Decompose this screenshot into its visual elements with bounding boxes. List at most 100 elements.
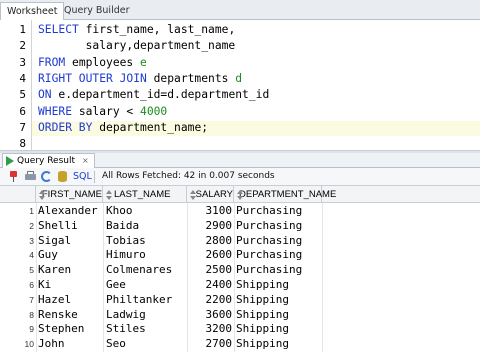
code-line[interactable]: salary,department_name xyxy=(38,39,236,54)
toolbar-separator xyxy=(94,171,95,183)
worksheet-tabbar: Worksheet Query Builder xyxy=(0,0,480,20)
table-row[interactable]: 5 Karen Colmenares 2500 Purchasing xyxy=(0,263,480,278)
table-row[interactable]: 7 Hazel Philtanker 2200 Shipping xyxy=(0,293,480,308)
cell-first-name[interactable]: Hazel xyxy=(38,293,102,308)
cell-first-name[interactable]: Karen xyxy=(38,263,102,278)
close-icon[interactable]: × xyxy=(82,154,89,168)
sort-icon xyxy=(106,189,112,200)
cell-last-name[interactable]: Khoo xyxy=(106,204,186,219)
tab-query-builder[interactable]: Query Builder xyxy=(58,2,136,20)
row-number: 9 xyxy=(29,324,34,335)
cell-salary[interactable]: 2400 xyxy=(188,278,233,293)
cell-last-name[interactable]: Stiles xyxy=(106,322,186,337)
sql-text: e.department_id=d.department_id xyxy=(51,88,270,102)
cell-department-name[interactable]: Shipping xyxy=(236,337,322,352)
column-header-last-name[interactable]: LAST_NAME xyxy=(103,186,187,203)
cell-first-name[interactable]: Sigal xyxy=(38,234,102,249)
table-row[interactable]: 4 Guy Himuro 2600 Purchasing xyxy=(0,248,480,263)
cell-department-name[interactable]: Shipping xyxy=(236,293,322,308)
fetch-status: All Rows Fetched: 42 in 0.007 seconds xyxy=(102,171,275,181)
cell-first-name[interactable]: John xyxy=(38,337,102,352)
cell-first-name[interactable]: Renske xyxy=(38,308,102,323)
table-row[interactable]: 2 Shelli Baida 2900 Purchasing xyxy=(0,219,480,234)
row-number-header xyxy=(0,186,36,203)
sql-editor[interactable]: 1 2 3 4 5 6 7 8 SELECT first_name, last_name, s… xyxy=(0,20,480,150)
cell-first-name[interactable]: Guy xyxy=(38,248,102,263)
sql-keyword: RIGHT OUTER JOIN xyxy=(38,71,147,85)
cell-salary[interactable]: 2800 xyxy=(188,234,233,249)
cell-salary[interactable]: 2600 xyxy=(188,248,233,263)
cell-last-name[interactable]: Ladwig xyxy=(106,308,186,323)
result-tabbar: Query Result × xyxy=(0,153,480,168)
code-line[interactable]: ORDER BY department_name; xyxy=(32,120,480,136)
refresh-icon[interactable] xyxy=(41,171,52,182)
cell-first-name[interactable]: Shelli xyxy=(38,219,102,234)
column-header-salary[interactable]: SALARY xyxy=(187,186,234,203)
cell-department-name[interactable]: Shipping xyxy=(236,322,322,337)
cell-salary[interactable]: 2200 xyxy=(188,293,233,308)
line-number: 4 xyxy=(19,71,26,85)
code-line[interactable]: RIGHT OUTER JOIN departments d xyxy=(38,72,242,87)
row-number: 6 xyxy=(29,280,34,290)
code-line[interactable]: SELECT first_name, last_name, xyxy=(38,23,235,38)
cell-last-name[interactable]: Seo xyxy=(106,337,186,352)
cell-department-name[interactable]: Purchasing xyxy=(236,234,322,249)
cell-department-name[interactable]: Purchasing xyxy=(236,263,322,278)
row-number: 4 xyxy=(29,250,34,261)
column-header-department-name[interactable]: DEPARTMENT_NAME xyxy=(234,186,336,203)
cell-last-name[interactable]: Philtanker xyxy=(106,293,186,308)
table-row[interactable]: 8 Renske Ladwig 3600 Shipping xyxy=(0,308,480,323)
cell-last-name[interactable]: Tobias xyxy=(106,234,186,249)
line-number: 2 xyxy=(19,39,26,53)
table-row[interactable]: 9 Stephen Stiles 3200 Shipping xyxy=(0,322,480,337)
sql-keyword: WHERE xyxy=(38,104,73,118)
cell-department-name[interactable]: Purchasing xyxy=(236,248,322,263)
results-grid[interactable]: FIRST_NAME LAST_NAME SALARY DEPARTMENT_N… xyxy=(0,186,480,352)
cell-salary[interactable]: 2500 xyxy=(188,263,233,278)
cell-first-name[interactable]: Alexander xyxy=(38,204,102,219)
row-number: 5 xyxy=(29,265,34,276)
cell-first-name[interactable]: Stephen xyxy=(38,322,102,337)
cell-salary[interactable]: 3100 xyxy=(188,204,233,219)
line-number: 1 xyxy=(19,23,26,36)
database-icon[interactable] xyxy=(57,171,68,182)
cell-salary[interactable]: 2900 xyxy=(188,219,233,234)
line-number: 6 xyxy=(19,104,26,118)
pin-icon[interactable] xyxy=(8,171,19,182)
code-line[interactable]: FROM employees e xyxy=(38,56,147,71)
table-row[interactable]: 10 John Seo 2700 Shipping xyxy=(0,337,480,352)
sql-literal: e xyxy=(140,55,147,69)
cell-first-name[interactable]: Ki xyxy=(38,278,102,293)
cell-salary[interactable]: 3200 xyxy=(188,322,233,337)
sql-button[interactable]: SQL xyxy=(73,171,92,182)
cell-last-name[interactable]: Baida xyxy=(106,219,186,234)
cell-department-name[interactable]: Purchasing xyxy=(236,204,322,219)
line-number: 5 xyxy=(19,88,26,102)
code-line[interactable]: WHERE salary < 4000 xyxy=(38,105,167,120)
cell-last-name[interactable]: Colmenares xyxy=(106,263,186,278)
sort-icon xyxy=(190,189,196,200)
row-number: 8 xyxy=(29,309,34,320)
cell-salary[interactable]: 3600 xyxy=(188,308,233,323)
sql-text: employees xyxy=(65,55,141,69)
column-label: LAST_NAME xyxy=(114,188,171,200)
column-header-first-name[interactable]: FIRST_NAME xyxy=(36,186,103,203)
tab-worksheet[interactable]: Worksheet xyxy=(0,2,65,20)
cell-department-name[interactable]: Shipping xyxy=(236,308,322,323)
sql-literal: 4000 xyxy=(140,104,168,118)
cell-department-name[interactable]: Shipping xyxy=(236,278,322,293)
cell-last-name[interactable]: Gee xyxy=(106,278,186,293)
row-number: 3 xyxy=(29,235,34,246)
sql-keyword: ORDER BY xyxy=(38,120,93,134)
table-row[interactable]: 6 Ki Gee 2400 Shipping xyxy=(0,278,480,293)
print-icon[interactable] xyxy=(25,171,36,182)
cell-last-name[interactable]: Himuro xyxy=(106,248,186,263)
grid-header: FIRST_NAME LAST_NAME SALARY DEPARTMENT_N… xyxy=(0,186,480,203)
cell-department-name[interactable]: Purchasing xyxy=(236,219,322,234)
cell-salary[interactable]: 2700 xyxy=(188,337,233,352)
tab-query-result[interactable]: Query Result × xyxy=(2,153,95,168)
line-number: 3 xyxy=(19,55,26,69)
table-row[interactable]: 1 Alexander Khoo 3100 Purchasing xyxy=(0,204,480,219)
table-row[interactable]: 3 Sigal Tobias 2800 Purchasing xyxy=(0,234,480,249)
code-line[interactable]: ON e.department_id=d.department_id xyxy=(38,88,269,103)
